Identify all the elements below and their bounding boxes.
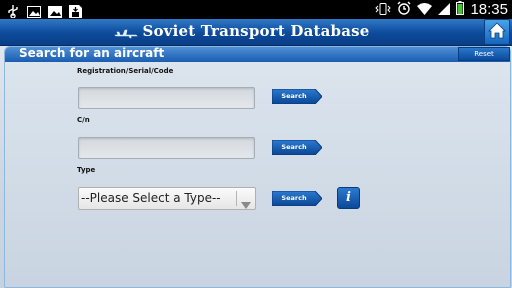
type-search-label: Search [281,194,307,202]
signal-icon [438,0,451,19]
select-divider [236,191,237,206]
registration-search-label: Search [281,92,307,100]
type-search-button[interactable]: Search [272,191,322,206]
home-button[interactable] [484,19,510,45]
panel-header: Search for an aircraft Reset [5,46,510,62]
reset-button[interactable]: Reset [458,47,510,61]
registration-label: Registration/Serial/Code [77,67,174,75]
battery-icon [456,0,465,19]
app-title: Soviet Transport Database [142,22,370,40]
registration-input[interactable] [78,87,255,109]
info-button[interactable]: i [337,187,360,209]
info-icon: i [346,190,351,205]
registration-search-button[interactable]: Search [272,89,322,104]
clock: 18:35 [470,1,508,18]
type-label: Type [77,166,96,174]
system-icons: 18:35 [375,0,508,19]
app-title-bar: Soviet Transport Database [0,19,512,46]
chevron-down-icon [241,195,251,216]
cn-search-button[interactable]: Search [272,140,322,155]
home-icon [488,21,506,43]
status-bar: 18:35 [0,0,512,19]
panel-title: Search for an aircraft [19,46,165,60]
cn-label: C/n [77,116,90,124]
wifi-icon [417,0,433,19]
cn-search-label: Search [281,143,307,151]
alarm-icon [397,0,411,19]
vibrate-icon [375,0,392,19]
cn-input[interactable] [78,137,255,159]
type-selected-value: --Please Select a Type-- [81,191,221,205]
type-select[interactable]: --Please Select a Type-- [78,187,256,210]
